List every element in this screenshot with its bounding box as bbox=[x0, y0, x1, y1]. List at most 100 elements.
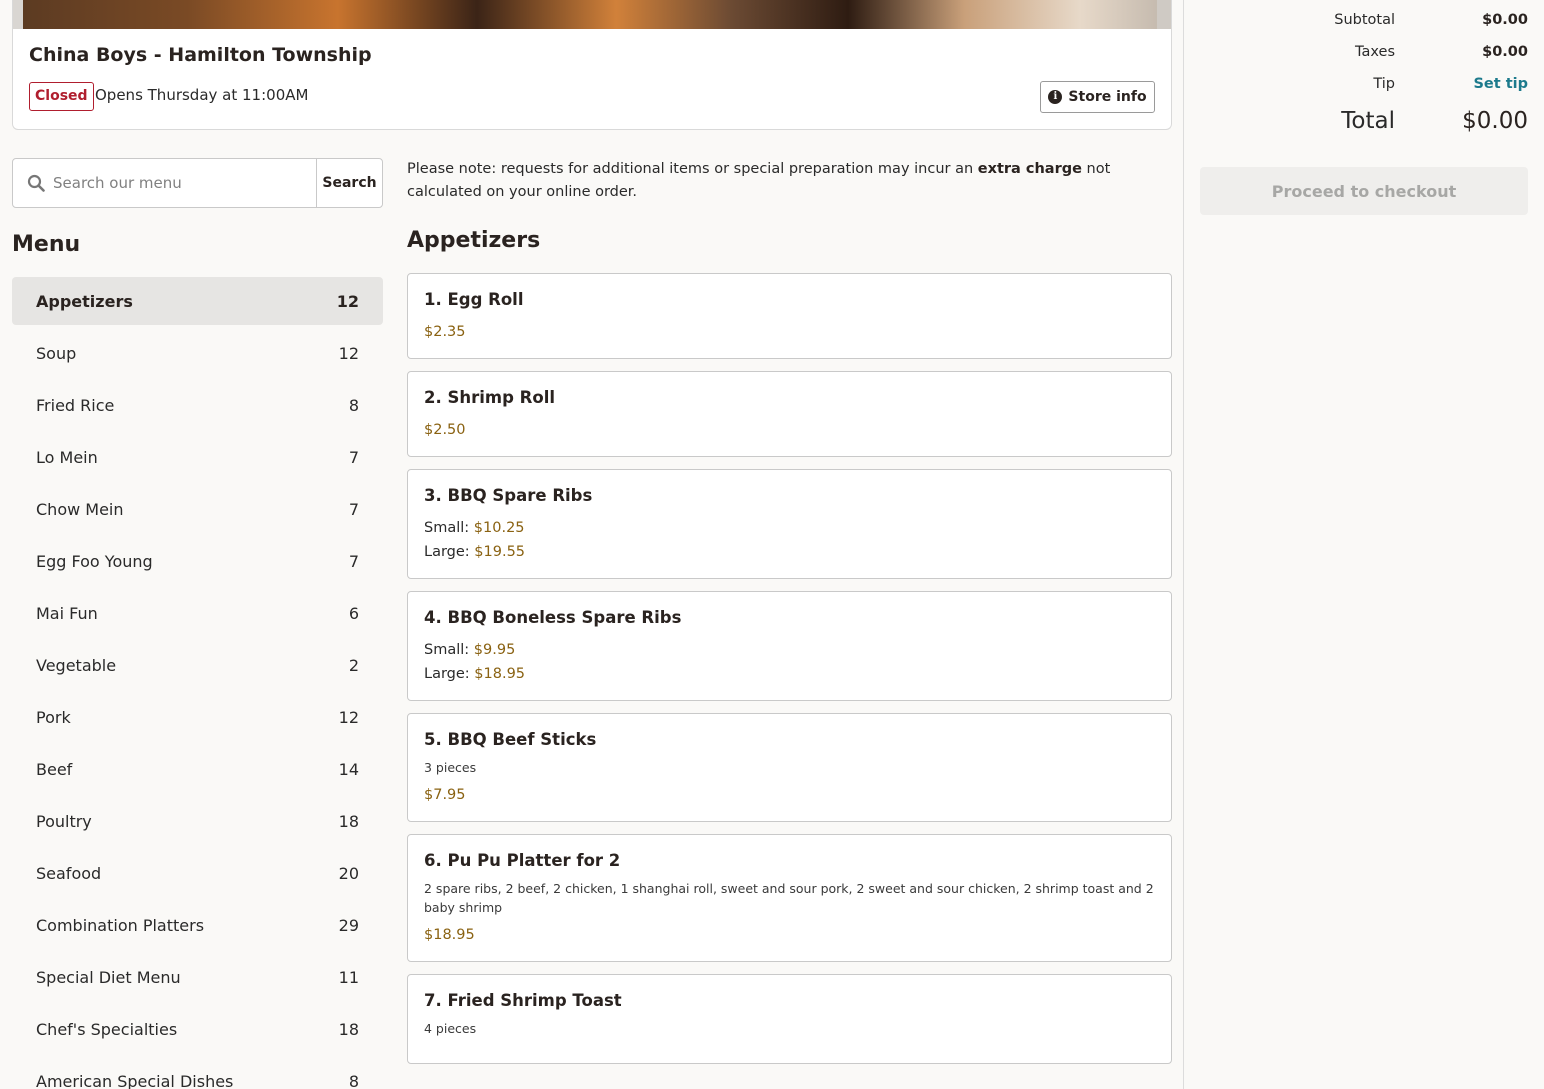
item-name: 4. BBQ Boneless Spare Ribs bbox=[424, 608, 682, 627]
taxes-row: Taxes $0.00 bbox=[1185, 44, 1528, 60]
menu-category-item[interactable]: Soup 12 bbox=[12, 329, 383, 377]
item-name: 7. Fried Shrimp Toast bbox=[424, 991, 622, 1010]
store-info-button[interactable]: i Store info bbox=[1040, 81, 1155, 113]
item-price-line: $18.95 bbox=[424, 923, 1155, 947]
category-count: 8 bbox=[348, 395, 359, 415]
menu-item-card[interactable]: 6. Pu Pu Platter for 2 2 spare ribs, 2 b… bbox=[407, 834, 1172, 962]
item-price: $19.55 bbox=[474, 544, 526, 560]
category-name: Egg Foo Young bbox=[36, 551, 153, 571]
category-name: Seafood bbox=[36, 863, 102, 883]
menu-category-item[interactable]: Fried Rice 8 bbox=[12, 381, 383, 429]
info-icon: i bbox=[1048, 90, 1063, 104]
category-count: 12 bbox=[338, 707, 359, 727]
category-count: 12 bbox=[336, 291, 359, 311]
category-count: 7 bbox=[348, 447, 359, 467]
total-value: $0.00 bbox=[1462, 108, 1528, 134]
item-name: 6. Pu Pu Platter for 2 bbox=[424, 851, 621, 870]
menu-category-item[interactable]: American Special Dishes 8 bbox=[12, 1057, 383, 1089]
item-price-line: $7.95 bbox=[424, 783, 1155, 807]
menu-category-item[interactable]: Vegetable 2 bbox=[12, 641, 383, 689]
category-count: 18 bbox=[338, 1019, 359, 1039]
category-name: Soup bbox=[36, 343, 77, 363]
item-name: 1. Egg Roll bbox=[424, 290, 524, 309]
category-name: Appetizers bbox=[36, 291, 133, 311]
set-tip-link[interactable]: Set tip bbox=[1395, 76, 1528, 92]
hero-edge-right bbox=[1157, 0, 1171, 29]
price-label: Large: bbox=[424, 544, 475, 560]
item-price: $18.95 bbox=[474, 666, 526, 682]
item-price: $2.50 bbox=[424, 422, 466, 438]
category-name: Combination Platters bbox=[36, 915, 205, 935]
store-header-card: China Boys - Hamilton Township Closed Op… bbox=[12, 0, 1172, 130]
item-description: 2 spare ribs, 2 beef, 2 chicken, 1 shang… bbox=[424, 881, 1154, 915]
category-name: Fried Rice bbox=[36, 395, 115, 415]
menu-category-item[interactable]: Mai Fun 6 bbox=[12, 589, 383, 637]
menu-item-card[interactable]: 2. Shrimp Roll $2.50 bbox=[407, 371, 1172, 457]
store-hero-image bbox=[13, 0, 1171, 29]
item-name: 3. BBQ Spare Ribs bbox=[424, 486, 593, 505]
note-text-bold: extra charge bbox=[977, 161, 1082, 177]
menu-category-item[interactable]: Appetizers 12 bbox=[12, 277, 383, 325]
category-name: Vegetable bbox=[36, 655, 117, 675]
category-count: 14 bbox=[338, 759, 359, 779]
category-name: Chef's Specialties bbox=[36, 1019, 178, 1039]
menu-items-list: 1. Egg Roll $2.35 2. Shrimp Roll $2.50 3… bbox=[407, 273, 1172, 1076]
category-name: Mai Fun bbox=[36, 603, 98, 623]
status-badge: Closed bbox=[29, 82, 94, 111]
search-icon bbox=[27, 174, 45, 192]
item-price-line: Small: $10.25 bbox=[424, 516, 1155, 540]
category-count: 7 bbox=[348, 499, 359, 519]
category-count: 8 bbox=[348, 1071, 359, 1089]
menu-category-item[interactable]: Seafood 20 bbox=[12, 849, 383, 897]
order-summary-panel: Subtotal $0.00 Taxes $0.00 Tip Set tip T… bbox=[1185, 0, 1544, 1089]
price-label: Small: bbox=[424, 520, 474, 536]
item-description: 3 pieces bbox=[424, 760, 477, 775]
item-price: $7.95 bbox=[424, 787, 466, 803]
category-name: Beef bbox=[36, 759, 73, 779]
category-count: 18 bbox=[338, 811, 359, 831]
category-name: American Special Dishes bbox=[36, 1071, 234, 1089]
item-price-line: $2.35 bbox=[424, 320, 1155, 344]
taxes-label: Taxes bbox=[1355, 44, 1395, 60]
category-count: 2 bbox=[348, 655, 359, 675]
menu-category-list: Appetizers 12 Soup 12 Fried Rice 8 Lo Me… bbox=[12, 277, 383, 1089]
item-price-line: $2.50 bbox=[424, 418, 1155, 442]
menu-item-card[interactable]: 3. BBQ Spare Ribs Small: $10.25 Large: $… bbox=[407, 469, 1172, 579]
proceed-to-checkout-button[interactable]: Proceed to checkout bbox=[1200, 167, 1528, 215]
menu-category-item[interactable]: Chow Mein 7 bbox=[12, 485, 383, 533]
category-count: 7 bbox=[348, 551, 359, 571]
menu-item-card[interactable]: 7. Fried Shrimp Toast 4 pieces bbox=[407, 974, 1172, 1064]
category-count: 20 bbox=[338, 863, 359, 883]
menu-category-item[interactable]: Beef 14 bbox=[12, 745, 383, 793]
menu-item-card[interactable]: 1. Egg Roll $2.35 bbox=[407, 273, 1172, 359]
subtotal-row: Subtotal $0.00 bbox=[1185, 12, 1528, 28]
item-name: 5. BBQ Beef Sticks bbox=[424, 730, 597, 749]
search-input[interactable] bbox=[53, 167, 313, 199]
menu-category-item[interactable]: Special Diet Menu 11 bbox=[12, 953, 383, 1001]
extra-charge-note: Please note: requests for additional ite… bbox=[407, 158, 1172, 204]
price-label: Large: bbox=[424, 666, 475, 682]
menu-category-item[interactable]: Lo Mein 7 bbox=[12, 433, 383, 481]
item-price: $10.25 bbox=[473, 520, 525, 536]
price-label: Small: bbox=[424, 642, 474, 658]
tip-label: Tip bbox=[1373, 76, 1395, 92]
subtotal-label: Subtotal bbox=[1334, 12, 1395, 28]
menu-category-item[interactable]: Poultry 18 bbox=[12, 797, 383, 845]
category-count: 6 bbox=[348, 603, 359, 623]
menu-category-item[interactable]: Pork 12 bbox=[12, 693, 383, 741]
category-name: Chow Mein bbox=[36, 499, 124, 519]
subtotal-value: $0.00 bbox=[1482, 12, 1528, 28]
menu-category-item[interactable]: Chef's Specialties 18 bbox=[12, 1005, 383, 1053]
menu-category-item[interactable]: Combination Platters 29 bbox=[12, 901, 383, 949]
menu-category-item[interactable]: Egg Foo Young 7 bbox=[12, 537, 383, 585]
menu-item-card[interactable]: 4. BBQ Boneless Spare Ribs Small: $9.95 … bbox=[407, 591, 1172, 701]
search-button[interactable]: Search bbox=[316, 159, 382, 207]
menu-title: Menu bbox=[12, 232, 81, 257]
item-price-line: Large: $19.55 bbox=[424, 540, 1155, 564]
total-label: Total bbox=[1341, 108, 1395, 134]
store-info-label: Store info bbox=[1068, 89, 1147, 105]
item-price: $9.95 bbox=[473, 642, 516, 658]
note-text-before: Please note: requests for additional ite… bbox=[407, 161, 978, 177]
main-column: China Boys - Hamilton Township Closed Op… bbox=[0, 0, 1184, 1089]
menu-item-card[interactable]: 5. BBQ Beef Sticks 3 pieces $7.95 bbox=[407, 713, 1172, 822]
